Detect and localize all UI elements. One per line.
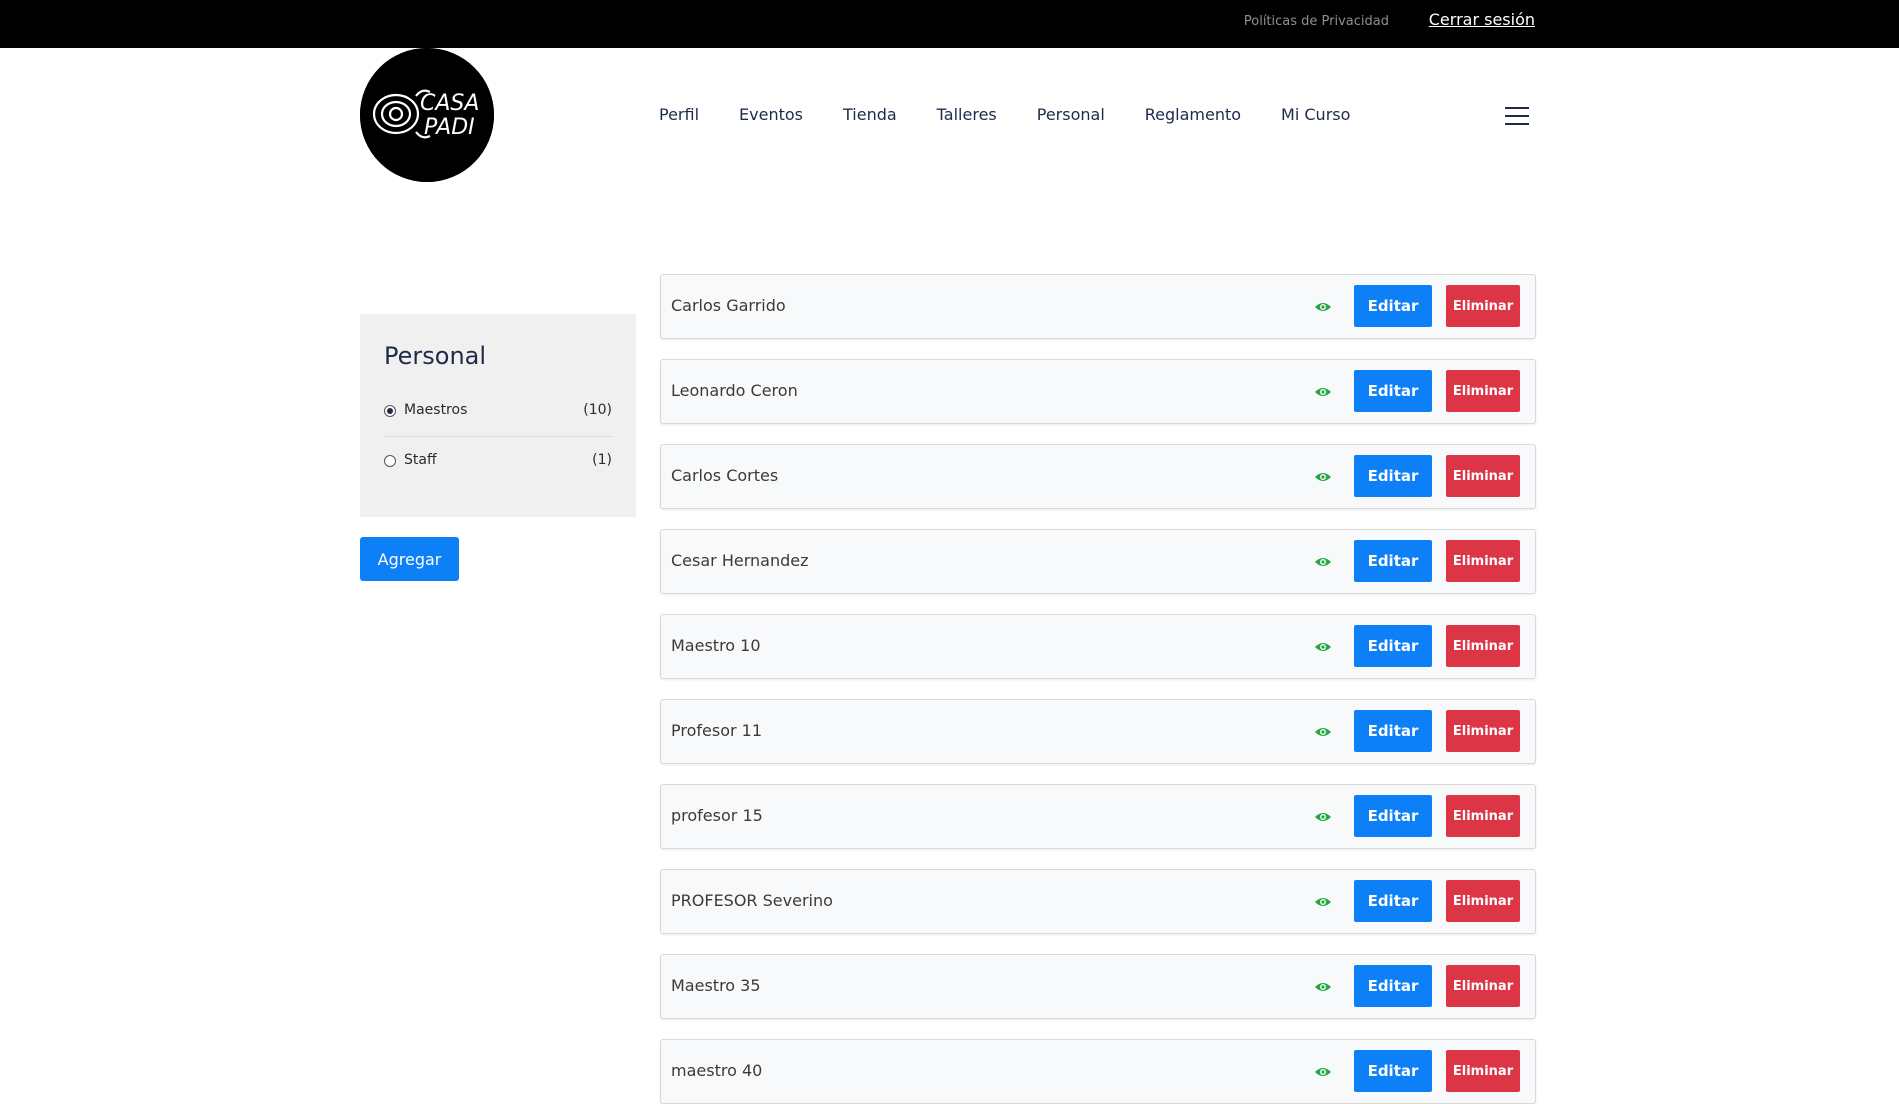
edit-button[interactable]: Editar <box>1354 880 1432 922</box>
delete-button[interactable]: Eliminar <box>1446 880 1520 922</box>
delete-button[interactable]: Eliminar <box>1446 625 1520 667</box>
staff-row: Carlos Garrido Editar Eliminar <box>660 274 1536 339</box>
staff-row: PROFESOR Severino Editar Eliminar <box>660 869 1536 934</box>
edit-button[interactable]: Editar <box>1354 965 1432 1007</box>
radio-staff[interactable] <box>384 455 396 467</box>
delete-button[interactable]: Eliminar <box>1446 540 1520 582</box>
edit-button[interactable]: Editar <box>1354 795 1432 837</box>
filter-staff-label: Staff <box>404 452 437 468</box>
eye-icon[interactable] <box>1314 1064 1332 1078</box>
personal-filter-panel: Personal Maestros (10) Staff (1) <box>360 314 636 517</box>
filter-maestros[interactable]: Maestros (10) <box>384 400 612 424</box>
edit-button[interactable]: Editar <box>1354 625 1432 667</box>
eye-icon[interactable] <box>1314 469 1332 483</box>
eye-icon[interactable] <box>1314 809 1332 823</box>
logo-line1: CASA <box>420 91 479 116</box>
staff-row: Maestro 35 Editar Eliminar <box>660 954 1536 1019</box>
delete-button[interactable]: Eliminar <box>1446 710 1520 752</box>
nav-item-eventos[interactable]: Eventos <box>739 105 803 124</box>
delete-button[interactable]: Eliminar <box>1446 795 1520 837</box>
edit-button[interactable]: Editar <box>1354 540 1432 582</box>
eye-icon[interactable] <box>1314 299 1332 313</box>
privacy-policy-link[interactable]: Políticas de Privacidad <box>1244 14 1389 29</box>
delete-button[interactable]: Eliminar <box>1446 965 1520 1007</box>
staff-name: Cesar Hernandez <box>671 551 809 570</box>
staff-name: Profesor 11 <box>671 721 763 740</box>
filter-maestros-label: Maestros <box>404 402 468 418</box>
eye-icon[interactable] <box>1314 724 1332 738</box>
edit-button[interactable]: Editar <box>1354 455 1432 497</box>
delete-button[interactable]: Eliminar <box>1446 1050 1520 1092</box>
staff-row: Carlos Cortes Editar Eliminar <box>660 444 1536 509</box>
edit-button[interactable]: Editar <box>1354 1050 1432 1092</box>
staff-row: Maestro 10 Editar Eliminar <box>660 614 1536 679</box>
logout-link[interactable]: Cerrar sesión <box>1429 10 1535 29</box>
main-nav: Perfil Eventos Tienda Talleres Personal … <box>659 105 1390 124</box>
staff-name: Carlos Cortes <box>671 466 779 485</box>
top-bar: Políticas de Privacidad Cerrar sesión <box>0 0 1899 48</box>
edit-button[interactable]: Editar <box>1354 370 1432 412</box>
eye-icon[interactable] <box>1314 639 1332 653</box>
staff-name: Maestro 10 <box>671 636 761 655</box>
eye-icon[interactable] <box>1314 894 1332 908</box>
filter-staff[interactable]: Staff (1) <box>384 450 612 474</box>
staff-row: profesor 15 Editar Eliminar <box>660 784 1536 849</box>
hamburger-icon[interactable] <box>1505 106 1529 126</box>
logo-line2: PADI <box>424 115 475 140</box>
nav-item-tienda[interactable]: Tienda <box>843 105 897 124</box>
radio-maestros[interactable] <box>384 405 396 417</box>
eye-icon[interactable] <box>1314 979 1332 993</box>
logo-icon: CASA PADI <box>360 48 494 182</box>
nav-item-reglamento[interactable]: Reglamento <box>1145 105 1241 124</box>
filter-divider <box>384 436 612 437</box>
delete-button[interactable]: Eliminar <box>1446 455 1520 497</box>
staff-name: Carlos Garrido <box>671 296 786 315</box>
staff-row: Profesor 11 Editar Eliminar <box>660 699 1536 764</box>
staff-row: maestro 40 Editar Eliminar <box>660 1039 1536 1104</box>
staff-name: profesor 15 <box>671 806 763 825</box>
nav-item-personal[interactable]: Personal <box>1037 105 1105 124</box>
delete-button[interactable]: Eliminar <box>1446 285 1520 327</box>
casa-padi-logo[interactable]: CASA PADI <box>360 48 494 182</box>
staff-name: maestro 40 <box>671 1061 763 1080</box>
filter-staff-count: (1) <box>592 452 612 468</box>
filter-panel-title: Personal <box>384 342 487 370</box>
filter-maestros-count: (10) <box>583 402 612 418</box>
nav-item-perfil[interactable]: Perfil <box>659 105 699 124</box>
nav-item-mi-curso[interactable]: Mi Curso <box>1281 105 1350 124</box>
staff-row: Leonardo Ceron Editar Eliminar <box>660 359 1536 424</box>
staff-name: PROFESOR Severino <box>671 891 833 910</box>
delete-button[interactable]: Eliminar <box>1446 370 1520 412</box>
edit-button[interactable]: Editar <box>1354 285 1432 327</box>
nav-item-talleres[interactable]: Talleres <box>937 105 997 124</box>
edit-button[interactable]: Editar <box>1354 710 1432 752</box>
staff-name: Maestro 35 <box>671 976 761 995</box>
eye-icon[interactable] <box>1314 384 1332 398</box>
staff-row: Cesar Hernandez Editar Eliminar <box>660 529 1536 594</box>
eye-icon[interactable] <box>1314 554 1332 568</box>
add-button[interactable]: Agregar <box>360 537 459 581</box>
staff-name: Leonardo Ceron <box>671 381 798 400</box>
